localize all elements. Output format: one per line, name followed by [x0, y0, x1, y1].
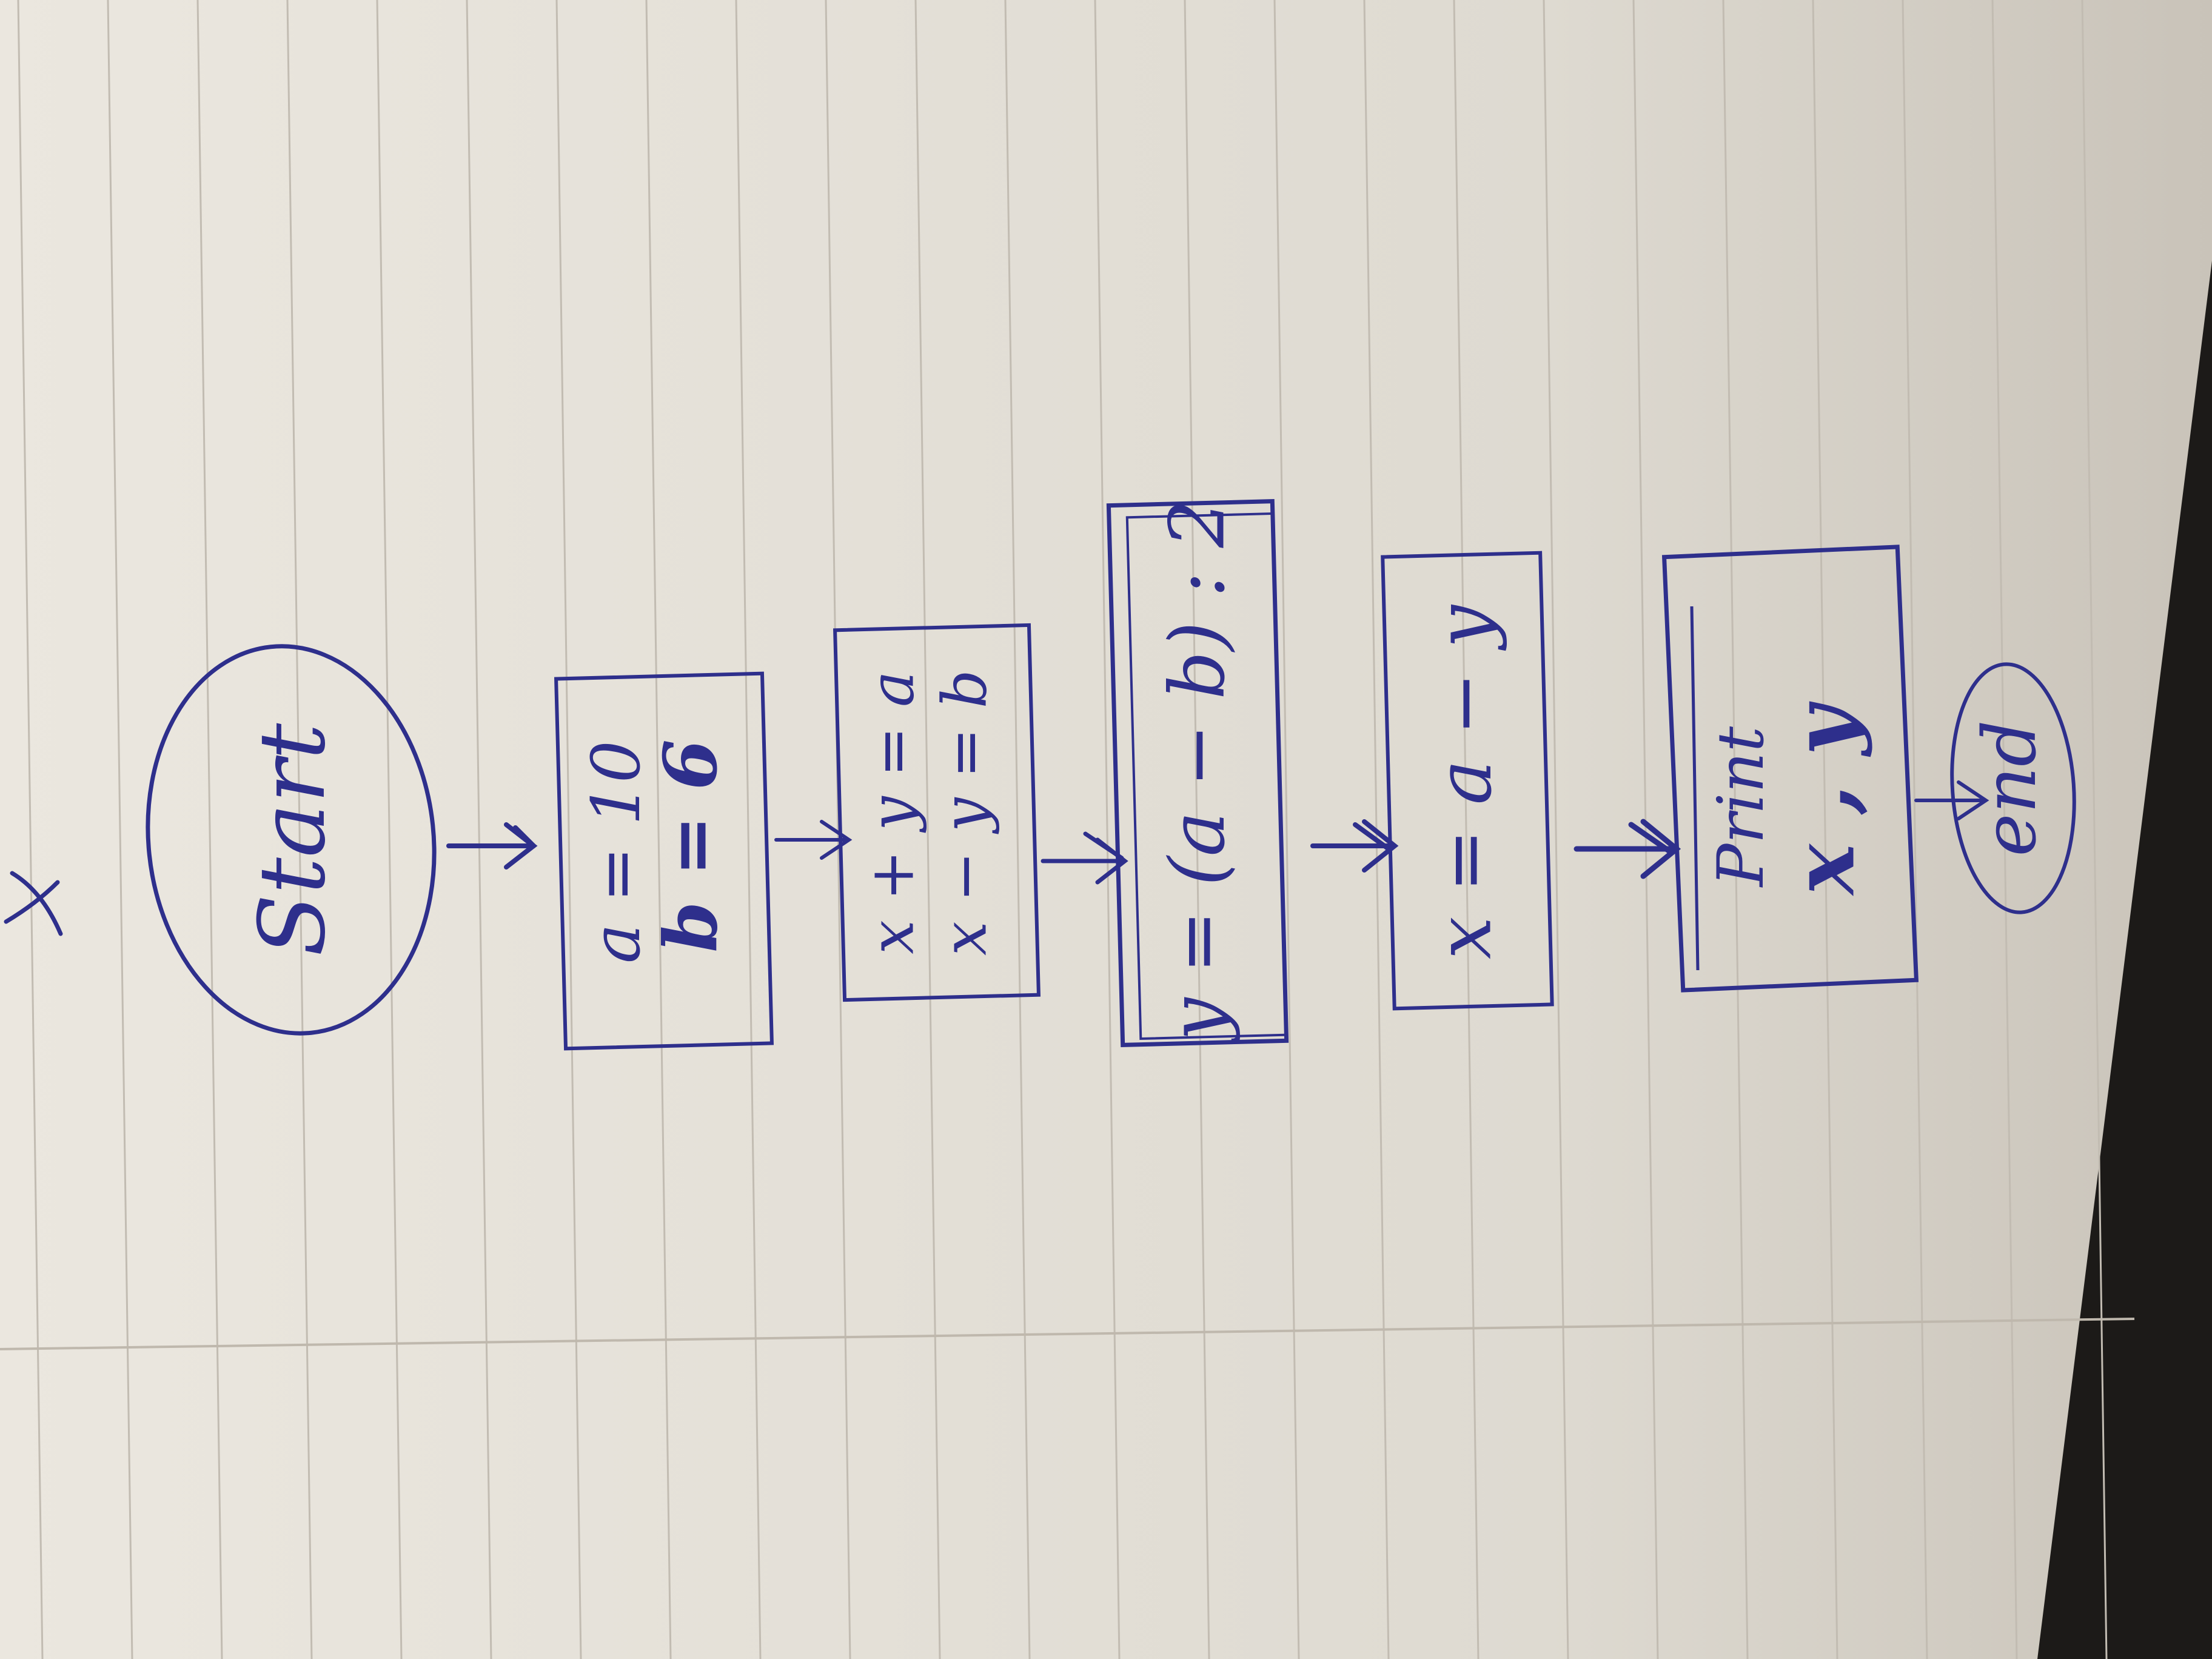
notebook-photo: Start a = 10 b = 6 x + y = a x − y = b y… [0, 0, 2212, 1659]
end-label: end [1968, 720, 2053, 856]
y-line-1: y = (a − b) : 2 [1154, 500, 1242, 1044]
system-line-2: x − y = b [930, 669, 1000, 956]
print-keyword: Print [1704, 726, 1778, 888]
system-line-1: x + y = a [857, 671, 928, 954]
assign-line-2: b = 6 [648, 739, 734, 953]
x-line-1: x = a − y [1421, 605, 1509, 959]
start-label: Start [240, 723, 346, 956]
print-variables: x , y [1775, 701, 1874, 897]
assign-line-1: a = 10 [577, 740, 655, 964]
notebook-page: Start a = 10 b = 6 x + y = a x − y = b y… [0, 0, 2212, 1659]
